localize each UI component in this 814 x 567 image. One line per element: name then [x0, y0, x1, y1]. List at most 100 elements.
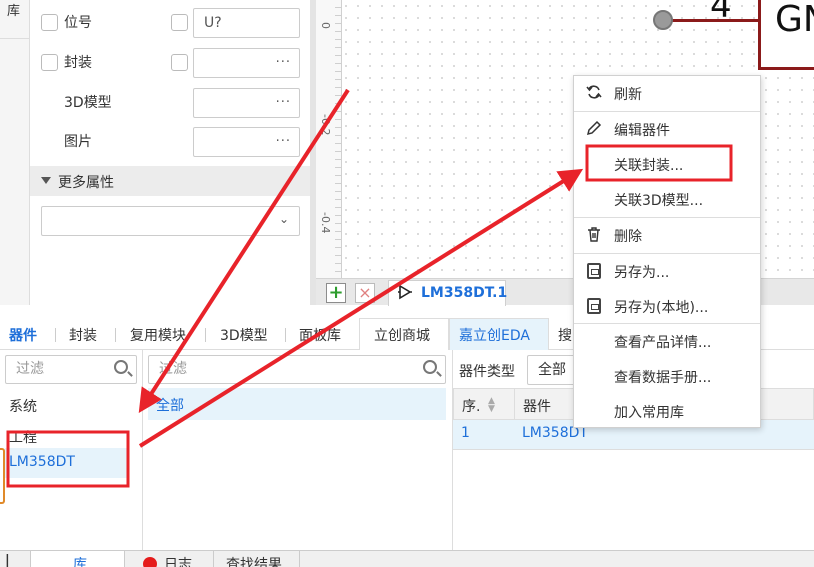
footprint-visible-checkbox[interactable] — [41, 54, 58, 71]
save-local-icon — [585, 297, 603, 315]
menu-item-link-footprint[interactable]: 关联封装... — [574, 147, 760, 181]
attribute-select[interactable]: ⌄ — [41, 206, 300, 236]
tab-panel-library[interactable]: 面板库 — [299, 325, 341, 345]
footprint-name-checkbox[interactable] — [171, 54, 188, 71]
more-attributes-label: 更多属性 — [58, 175, 114, 191]
menu-item-label: 加入常用库 — [614, 405, 684, 421]
tree-filter-input[interactable]: 过滤 — [5, 355, 137, 384]
search-icon — [423, 360, 437, 374]
menu-item-refresh[interactable]: 刷新 — [574, 76, 760, 110]
model3d-label: 3D模型 — [64, 95, 112, 111]
save-icon — [585, 262, 603, 280]
context-menu: 刷新 编辑器件 关联封装... 关联3D模型... 删除 另存为... 另存为(… — [573, 75, 761, 428]
menu-item-label: 另存为... — [614, 265, 670, 281]
menu-item-label: 删除 — [614, 229, 642, 245]
more-attributes-header[interactable]: 更多属性 — [30, 166, 310, 196]
tree-item-label: LM358DT — [9, 454, 75, 470]
designator-row: 位号 U? — [30, 8, 310, 38]
tab-separator — [55, 328, 56, 342]
property-panel: 位号 U? 封装 ··· 3D模型 ··· 图片 ··· 更多属性 ⌄ — [30, 0, 310, 305]
menu-item-label: 另存为(本地)... — [614, 300, 709, 316]
tab-jlc-eda[interactable]: 嘉立创EDA — [459, 325, 530, 345]
bottom-tab-find-results[interactable]: 查找结果 — [214, 551, 300, 567]
menu-item-datasheet[interactable]: 查看数据手册... — [574, 359, 760, 393]
refresh-icon — [585, 84, 603, 102]
document-tab-label: LM358DT.1 — [421, 285, 508, 301]
designator-name-checkbox[interactable] — [171, 14, 188, 31]
library-strip-label[interactable]: 库 — [7, 0, 20, 19]
side-marker — [0, 448, 5, 504]
menu-item-product-details[interactable]: 查看产品详情... — [574, 324, 760, 358]
menu-item-label: 刷新 — [614, 87, 642, 103]
menu-item-delete[interactable]: 删除 — [574, 218, 760, 252]
left-sidebar-strip: 库 — [0, 0, 30, 305]
model3d-input[interactable]: ··· — [193, 88, 300, 118]
menu-item-label: 关联封装... — [614, 158, 684, 174]
tab-reuse-modules[interactable]: 复用模块 — [130, 325, 186, 345]
image-row: 图片 ··· — [30, 127, 310, 157]
collapse-triangle-icon — [41, 177, 51, 184]
model3d-row: 3D模型 ··· — [30, 88, 310, 118]
strip-divider — [0, 38, 30, 39]
footprint-more-button[interactable]: ··· — [276, 49, 291, 77]
footprint-row: 封装 ··· — [30, 48, 310, 78]
sort-icon[interactable]: ▲ ▼ — [488, 397, 495, 414]
menu-item-label: 查看数据手册... — [614, 370, 712, 386]
search-icon — [114, 360, 128, 374]
tab-search[interactable]: 搜 — [558, 325, 572, 345]
menu-item-label: 查看产品详情... — [614, 335, 712, 351]
tree-item-lm358dt[interactable]: LM358DT — [5, 448, 127, 478]
menu-item-edit-component[interactable]: 编辑器件 — [574, 112, 760, 146]
add-document-button[interactable]: + — [326, 283, 346, 303]
pin-endpoint[interactable] — [653, 10, 673, 30]
bottom-tab-library[interactable]: 库 — [30, 551, 125, 567]
error-dot-icon — [143, 557, 157, 567]
column-header-component[interactable]: 器件 — [523, 396, 551, 416]
bottom-tab-log[interactable]: 日志 — [126, 551, 214, 567]
image-label: 图片 — [64, 134, 92, 150]
trash-icon — [585, 226, 603, 244]
bottom-tab-bar: | 库 日志 查找结果 — [0, 550, 814, 567]
cell-seq: 1 — [461, 425, 470, 441]
library-tree-column: 过滤 系统 工程 LM358DT — [0, 350, 143, 550]
menu-item-link-3d-model[interactable]: 关联3D模型... — [574, 182, 760, 216]
document-tab[interactable]: LM358DT.1 — [388, 280, 508, 306]
close-document-button[interactable]: × — [355, 283, 375, 303]
ruler-tick-label: -0.4 — [319, 212, 332, 234]
bottom-tab-log-label: 日志 — [164, 557, 192, 567]
designator-input[interactable]: U? — [193, 8, 300, 38]
component-type-label: 器件类型 — [459, 364, 515, 380]
menu-item-save-as[interactable]: 另存为... — [574, 254, 760, 288]
menu-item-label: 关联3D模型... — [614, 193, 704, 209]
tree-filter-placeholder: 过滤 — [16, 361, 44, 377]
symbol-icon — [397, 284, 413, 304]
tab-3d-models[interactable]: 3D模型 — [220, 325, 268, 345]
category-item-all[interactable]: 全部 — [148, 388, 446, 420]
designator-visible-checkbox[interactable] — [41, 14, 58, 31]
footprint-input[interactable]: ··· — [193, 48, 300, 78]
tab-components[interactable]: 器件 — [9, 325, 37, 345]
tree-item-project[interactable]: 工程 — [9, 427, 37, 447]
category-item-label: 全部 — [156, 398, 184, 414]
category-filter-placeholder: 过滤 — [159, 361, 187, 377]
column-divider[interactable] — [514, 389, 515, 421]
category-filter-input[interactable]: 过滤 — [148, 355, 446, 384]
image-input[interactable]: ··· — [193, 127, 300, 157]
tab-footprints[interactable]: 封装 — [69, 325, 97, 345]
ruler-tick-label: 0 — [319, 22, 332, 29]
model3d-more-button[interactable]: ··· — [276, 89, 291, 117]
tab-lcsc-mall[interactable]: 立创商城 — [374, 325, 430, 345]
designator-label: 位号 — [64, 15, 92, 31]
component-body[interactable]: GN — [758, 0, 814, 70]
tree-item-system[interactable]: 系统 — [9, 396, 37, 416]
image-more-button[interactable]: ··· — [276, 128, 291, 156]
tab-separator — [205, 328, 206, 342]
bottom-bar-edge: | — [5, 553, 10, 567]
vertical-ruler: 0 -0.2 -0.4 — [316, 0, 342, 278]
column-header-seq[interactable]: 序. — [462, 396, 480, 416]
menu-item-add-common-library[interactable]: 加入常用库 — [574, 394, 760, 428]
menu-item-save-as-local[interactable]: 另存为(本地)... — [574, 289, 760, 323]
menu-item-label: 编辑器件 — [614, 123, 670, 139]
bottom-tab-find-label: 查找结果 — [226, 557, 282, 567]
tab-separator — [115, 328, 116, 342]
